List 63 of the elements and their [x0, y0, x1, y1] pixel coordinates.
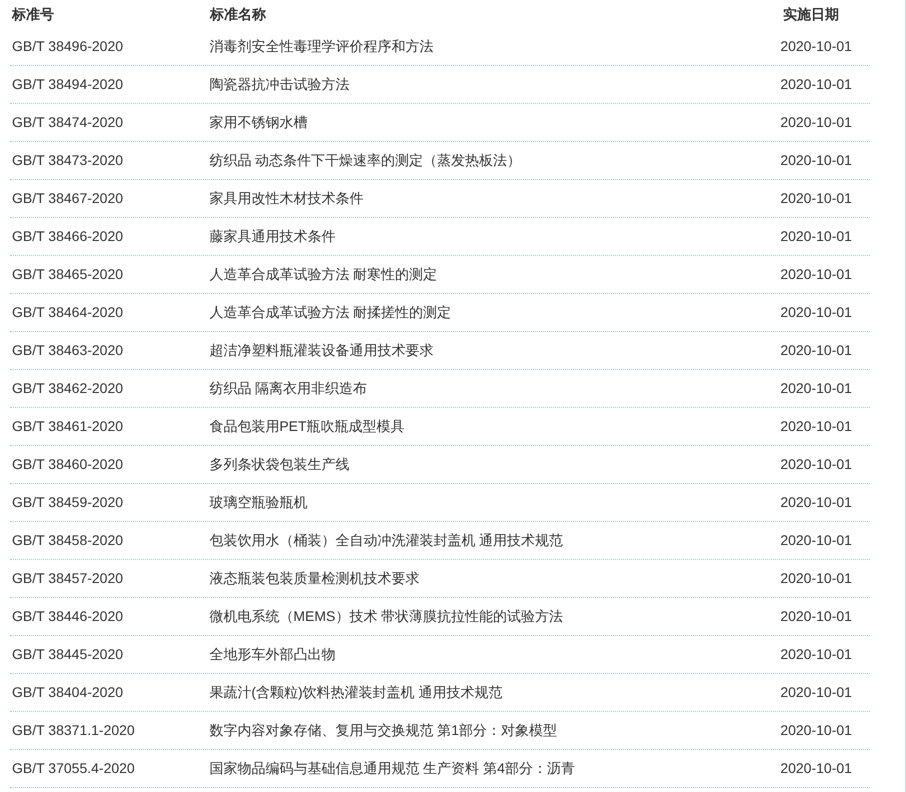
- table-cell: 2020-10-01: [780, 152, 852, 168]
- table-cell: GB/T 38474-2020: [12, 114, 124, 130]
- table-cell: 2020-10-01: [780, 722, 852, 738]
- table-cell: GB/T 38446-2020: [12, 608, 124, 624]
- table-cell: 家具用改性木材技术条件: [209, 190, 364, 206]
- table-cell: GB/T 38467-2020: [12, 190, 124, 206]
- table-cell: GB/T 38464-2020: [12, 304, 124, 320]
- table-cell: 2020-10-01: [780, 380, 852, 396]
- table-cell: 2020-10-01: [780, 38, 852, 54]
- column-header: 标准名称: [210, 6, 266, 22]
- table-cell: 数字内容对象存储、复用与交换规范 第1部分：对象模型: [209, 722, 557, 738]
- table-cell: 2020-10-01: [780, 266, 852, 282]
- table-cell: 2020-10-01: [780, 342, 852, 358]
- table-cell: 2020-10-01: [780, 228, 852, 244]
- table-cell: GB/T 38404-2020: [12, 684, 124, 700]
- table-cell: GB/T 38457-2020: [12, 570, 124, 586]
- table-cell: 国家物品编码与基础信息通用规范 生产资料 第4部分：沥青: [209, 760, 575, 776]
- table-cell: GB/T 38463-2020: [12, 342, 124, 358]
- table-cell: 果蔬汁(含颗粒)饮料热灌装封盖机 通用技术规范: [209, 684, 503, 700]
- table-cell: 消毒剂安全性毒理学评价程序和方法: [209, 38, 434, 54]
- table-cell: GB/T 38466-2020: [12, 228, 124, 244]
- table-cell: 2020-10-01: [780, 532, 852, 548]
- table-cell: 2020-10-01: [780, 494, 852, 510]
- table-cell: 包装饮用水（桶装）全自动冲洗灌装封盖机 通用技术规范: [209, 532, 564, 548]
- table-cell: 2020-10-01: [780, 76, 852, 92]
- table-cell: 纺织品 动态条件下干燥速率的测定（蒸发热板法）: [209, 152, 522, 168]
- table-cell: 液态瓶装包装质量检测机技术要求: [209, 570, 420, 586]
- table-cell: GB/T 38458-2020: [12, 532, 124, 548]
- table-cell: GB/T 38371.1-2020: [12, 722, 135, 738]
- table-cell: 人造革合成革试验方法 耐揉搓性的测定: [209, 304, 452, 320]
- table-cell: 纺织品 隔离衣用非织造布: [209, 380, 368, 396]
- table-cell: GB/T 38473-2020: [12, 152, 124, 168]
- table-cell: 家用不锈钢水槽: [209, 114, 308, 130]
- table-cell: 2020-10-01: [780, 418, 852, 434]
- table-cell: GB/T 38461-2020: [12, 418, 124, 434]
- table-cell: 2020-10-01: [780, 684, 852, 700]
- table-cell: 2020-10-01: [780, 114, 852, 130]
- table-cell: 玻璃空瓶验瓶机: [209, 494, 308, 510]
- column-header: 标准号: [12, 6, 54, 22]
- table-cell: GB/T 38460-2020: [12, 456, 124, 472]
- table-cell: 2020-10-01: [780, 608, 852, 624]
- table-cell: 藤家具通用技术条件: [209, 228, 336, 244]
- table-cell: 多列条状袋包装生产线: [209, 456, 350, 472]
- table-cell: 2020-10-01: [780, 304, 852, 320]
- table-cell: 人造革合成革试验方法 耐寒性的测定: [209, 266, 438, 282]
- table-cell: 食品包装用PET瓶吹瓶成型模具: [209, 418, 405, 434]
- table-cell: 2020-10-01: [780, 190, 852, 206]
- table-cell: GB/T 38445-2020: [12, 646, 124, 662]
- table-cell: GB/T 38496-2020: [12, 38, 124, 54]
- table-cell: 2020-10-01: [780, 646, 852, 662]
- table-cell: 全地形车外部凸出物: [209, 646, 336, 662]
- table-cell: 超洁净塑料瓶灌装设备通用技术要求: [209, 342, 434, 358]
- table-cell: GB/T 38462-2020: [12, 380, 124, 396]
- table-cell: 微机电系统（MEMS）技术 带状薄膜抗拉性能的试验方法: [209, 608, 564, 624]
- column-header: 实施日期: [783, 6, 839, 22]
- table-cell: 陶瓷器抗冲击试验方法: [209, 76, 350, 92]
- table-cell: GB/T 38494-2020: [12, 76, 124, 92]
- table-cell: 2020-10-01: [780, 570, 852, 586]
- table-cell: GB/T 38459-2020: [12, 494, 124, 510]
- table-cell: 2020-10-01: [780, 760, 852, 776]
- table-cell: GB/T 37055.4-2020: [12, 760, 135, 776]
- table-cell: 2020-10-01: [780, 456, 852, 472]
- table-cell: GB/T 38465-2020: [12, 266, 124, 282]
